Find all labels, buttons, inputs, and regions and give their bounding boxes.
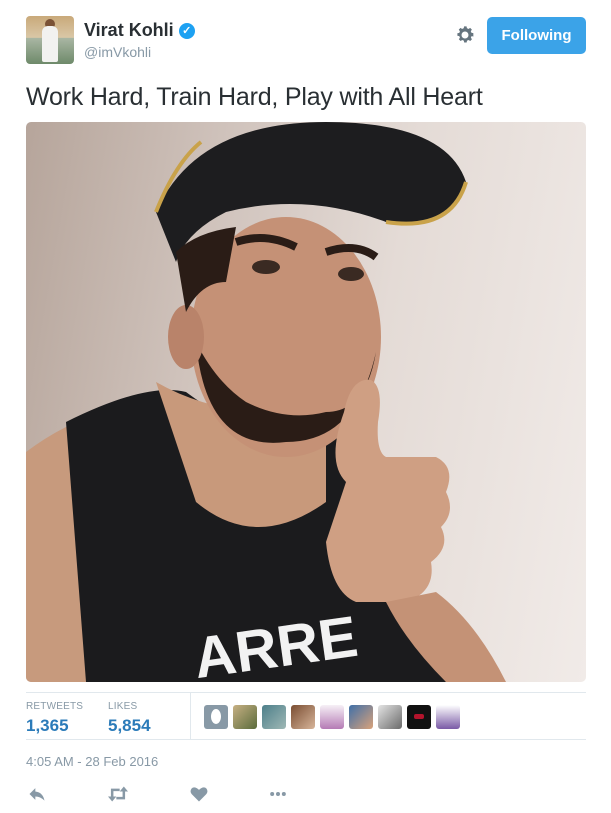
liker-avatar[interactable] — [320, 705, 344, 729]
photo-ear — [168, 305, 204, 369]
stats-divider — [190, 693, 191, 739]
user-name[interactable]: Virat Kohli — [84, 20, 174, 41]
tweet-photo[interactable]: ARRE — [26, 122, 586, 682]
liker-avatars — [204, 705, 460, 729]
retweets-stat[interactable]: RETWEETS 1,365 — [26, 701, 83, 736]
liker-avatar[interactable] — [204, 705, 228, 729]
following-button[interactable]: Following — [487, 17, 586, 54]
egg-icon — [211, 709, 221, 724]
liker-avatar[interactable] — [378, 705, 402, 729]
photo-right-eye — [338, 267, 364, 281]
liker-avatar[interactable] — [436, 705, 460, 729]
heart-icon[interactable] — [188, 784, 210, 804]
liker-avatar[interactable] — [291, 705, 315, 729]
tweet-text: Work Hard, Train Hard, Play with All Hea… — [26, 83, 483, 111]
likes-stat[interactable]: LIKES 5,854 — [108, 701, 151, 736]
liker-mark — [414, 714, 424, 719]
retweets-label: RETWEETS — [26, 701, 84, 712]
liker-avatar[interactable] — [407, 705, 431, 729]
verified-badge-icon: ✓ — [178, 22, 195, 39]
avatar-figure — [42, 26, 58, 62]
photo-illustration: ARRE — [26, 122, 506, 682]
likes-label: LIKES — [108, 701, 138, 712]
user-handle[interactable]: @imVkohli — [84, 44, 151, 60]
retweets-count: 1,365 — [26, 716, 69, 735]
likes-count: 5,854 — [108, 716, 151, 735]
retweet-icon[interactable] — [106, 784, 130, 804]
reply-icon[interactable] — [26, 784, 48, 804]
tweet-actions — [26, 784, 326, 806]
liker-avatar[interactable] — [349, 705, 373, 729]
tweet-stats: RETWEETS 1,365 LIKES 5,854 — [26, 692, 586, 740]
liker-avatar[interactable] — [233, 705, 257, 729]
tweet-timestamp[interactable]: 4:05 AM - 28 Feb 2016 — [26, 754, 158, 769]
photo-left-eye — [252, 260, 280, 274]
profile-avatar[interactable] — [26, 16, 74, 64]
photo-hand — [326, 379, 450, 602]
more-dots-icon[interactable] — [266, 784, 290, 804]
name-row: Virat Kohli ✓ — [84, 20, 195, 41]
tweet-header: Virat Kohli ✓ @imVkohli Following — [26, 16, 586, 66]
gear-icon[interactable] — [454, 24, 476, 46]
liker-avatar[interactable] — [262, 705, 286, 729]
